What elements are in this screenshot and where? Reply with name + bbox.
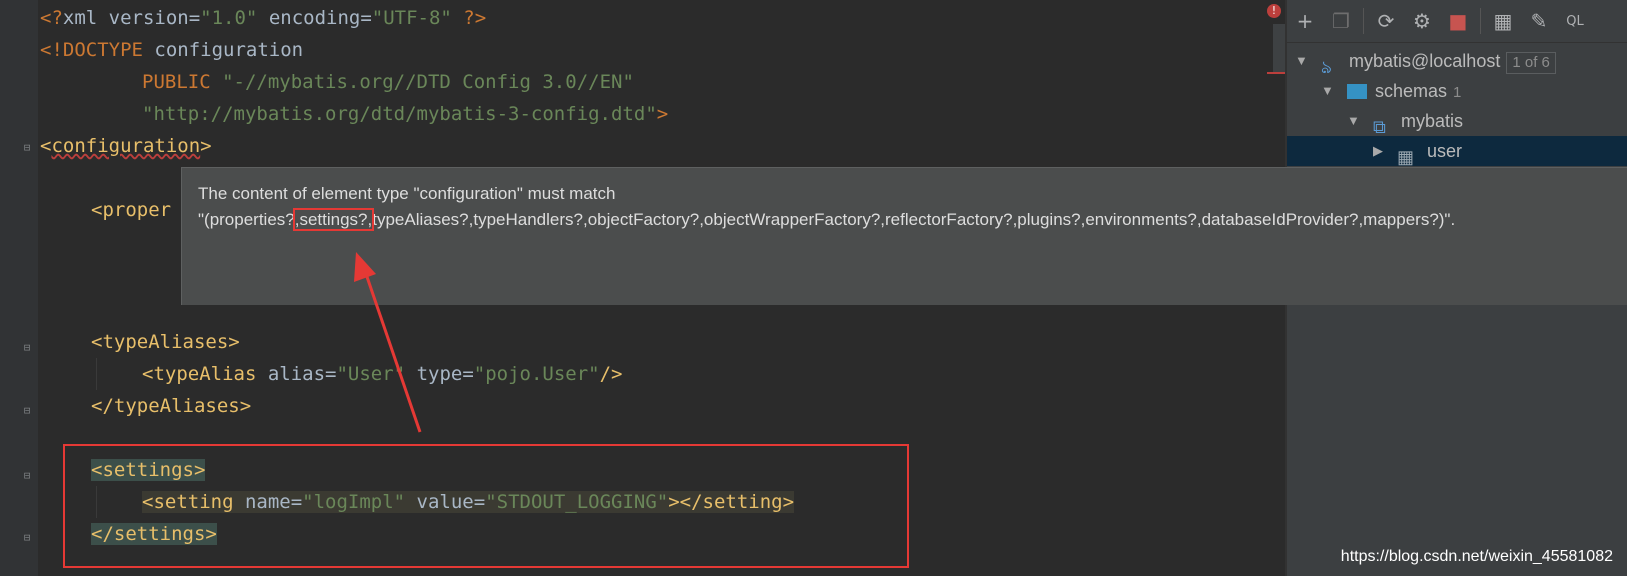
table-icon[interactable]: ▦ (1485, 4, 1521, 38)
xml-encoding-attr: encoding= (257, 7, 372, 29)
schema-sync-icon[interactable]: ⚙ (1404, 4, 1440, 38)
dtd-url-string: "http://mybatis.org/dtd/mybatis-3-config… (142, 103, 657, 125)
code-line-6: <proper (91, 194, 171, 226)
doctype-close: > (656, 103, 669, 125)
configuration-tag-error[interactable]: configuration (51, 135, 200, 157)
xml-decl-attr: xml version= (62, 7, 201, 29)
fold-icon[interactable]: ⊟ (21, 342, 33, 354)
schemas-label: schemas (1375, 81, 1448, 101)
edit-icon[interactable]: ✎ (1521, 4, 1557, 38)
code-line-1: <?xml version="1.0" encoding="UTF-8" ?> (40, 2, 486, 34)
tooltip-part-after: typeAliases?,typeHandlers?,objectFactory… (372, 210, 1456, 229)
fold-icon[interactable]: ⊟ (21, 470, 33, 482)
toolbar-separator (1480, 8, 1481, 34)
stop-icon[interactable]: ■ (1440, 4, 1476, 38)
editor-gutter: ⊟ ⊟ ⊟ ⊟ ⊟ (0, 0, 38, 576)
table-label: user (1427, 141, 1463, 161)
expanded-arrow-icon[interactable]: ▼ (1295, 46, 1308, 76)
annotation-box-settings (63, 444, 909, 568)
alias-value: "User" (336, 363, 406, 385)
folder-icon (1347, 84, 1367, 99)
error-tooltip: The content of element type "configurati… (181, 167, 1627, 305)
public-id-string: "-//mybatis.org//DTD Config 3.0//EN" (210, 71, 634, 93)
code-line-3: PUBLIC "-//mybatis.org//DTD Config 3.0//… (142, 66, 634, 98)
tooltip-line-1: The content of element type "configurati… (198, 184, 616, 203)
database-toolbar: + ❐ ⟳ ⚙ ■ ▦ ✎ QL (1287, 0, 1627, 43)
fold-end-icon[interactable]: ⊟ (21, 532, 33, 544)
typealiases-close-tag: </typeAliases> (91, 395, 252, 417)
toolbar-separator (1363, 8, 1364, 34)
add-icon[interactable]: + (1287, 4, 1323, 38)
error-stripe-marker[interactable] (1267, 72, 1285, 74)
tooltip-part-before: "(properties? (198, 210, 295, 229)
alias-attr: alias= (267, 363, 337, 385)
console-icon[interactable]: QL (1557, 4, 1593, 38)
code-line-2: <!DOCTYPE configuration (40, 34, 303, 66)
expanded-arrow-icon[interactable]: ▼ (1321, 76, 1334, 106)
public-keyword: PUBLIC (142, 71, 211, 93)
copy-icon[interactable]: ❐ (1323, 4, 1359, 38)
typealias-tag: <typeAlias (142, 363, 268, 385)
tooltip-highlight-settings: ,settings?, (292, 208, 375, 231)
doctype-keyword: <!DOCTYPE (40, 39, 143, 61)
code-line-4: "http://mybatis.org/dtd/mybatis-3-config… (142, 98, 668, 130)
scrollbar[interactable] (1273, 24, 1285, 74)
schemas-count: 1 (1453, 84, 1462, 101)
xml-decl-open: <? (40, 7, 63, 29)
tag-close-bracket: > (200, 135, 212, 157)
tree-item-datasource[interactable]: ▼ ঌ mybatis@localhost 1 of 6 (1287, 46, 1627, 77)
tree-item-schema[interactable]: ▼ ⧉ mybatis (1287, 106, 1627, 137)
type-attr: type= (405, 363, 474, 385)
typealias-close: /> (599, 363, 623, 385)
code-line-8: <typeAlias alias="User" type="pojo.User"… (142, 358, 623, 390)
watermark: https://blog.csdn.net/weixin_45581082 (1340, 548, 1613, 565)
schema-label: mybatis (1401, 111, 1464, 131)
code-line-5: <configuration> (40, 130, 212, 162)
datasource-badge: 1 of 6 (1506, 52, 1556, 74)
tree-item-schemas[interactable]: ▼ schemas 1 (1287, 76, 1627, 106)
error-indicator-icon[interactable]: ! (1267, 4, 1281, 18)
properties-tag-partial: <proper (91, 199, 172, 221)
code-line-7: <typeAliases> (91, 326, 240, 358)
type-value: "pojo.User" (473, 363, 600, 385)
tag-open-bracket: < (40, 135, 52, 157)
code-line-9: </typeAliases> (91, 390, 251, 422)
xml-encoding-value: "UTF-8" (371, 7, 452, 29)
datasource-label: mybatis@localhost (1349, 51, 1501, 71)
typealiases-open-tag: <typeAliases> (91, 331, 240, 353)
fold-end-icon[interactable]: ⊟ (21, 405, 33, 417)
tree-item-table[interactable]: ▶ ▦ user (1287, 136, 1627, 167)
doctype-name: configuration (142, 39, 304, 61)
refresh-icon[interactable]: ⟳ (1368, 4, 1404, 38)
collapsed-arrow-icon[interactable]: ▶ (1373, 136, 1383, 166)
indent-guide (96, 358, 97, 390)
fold-icon[interactable]: ⊟ (21, 142, 33, 154)
xml-decl-close: ?> (451, 7, 487, 29)
tooltip-line-2: "(properties?,settings?,typeAliases?,typ… (198, 208, 1456, 231)
expanded-arrow-icon[interactable]: ▼ (1347, 106, 1360, 136)
xml-version-value: "1.0" (200, 7, 258, 29)
